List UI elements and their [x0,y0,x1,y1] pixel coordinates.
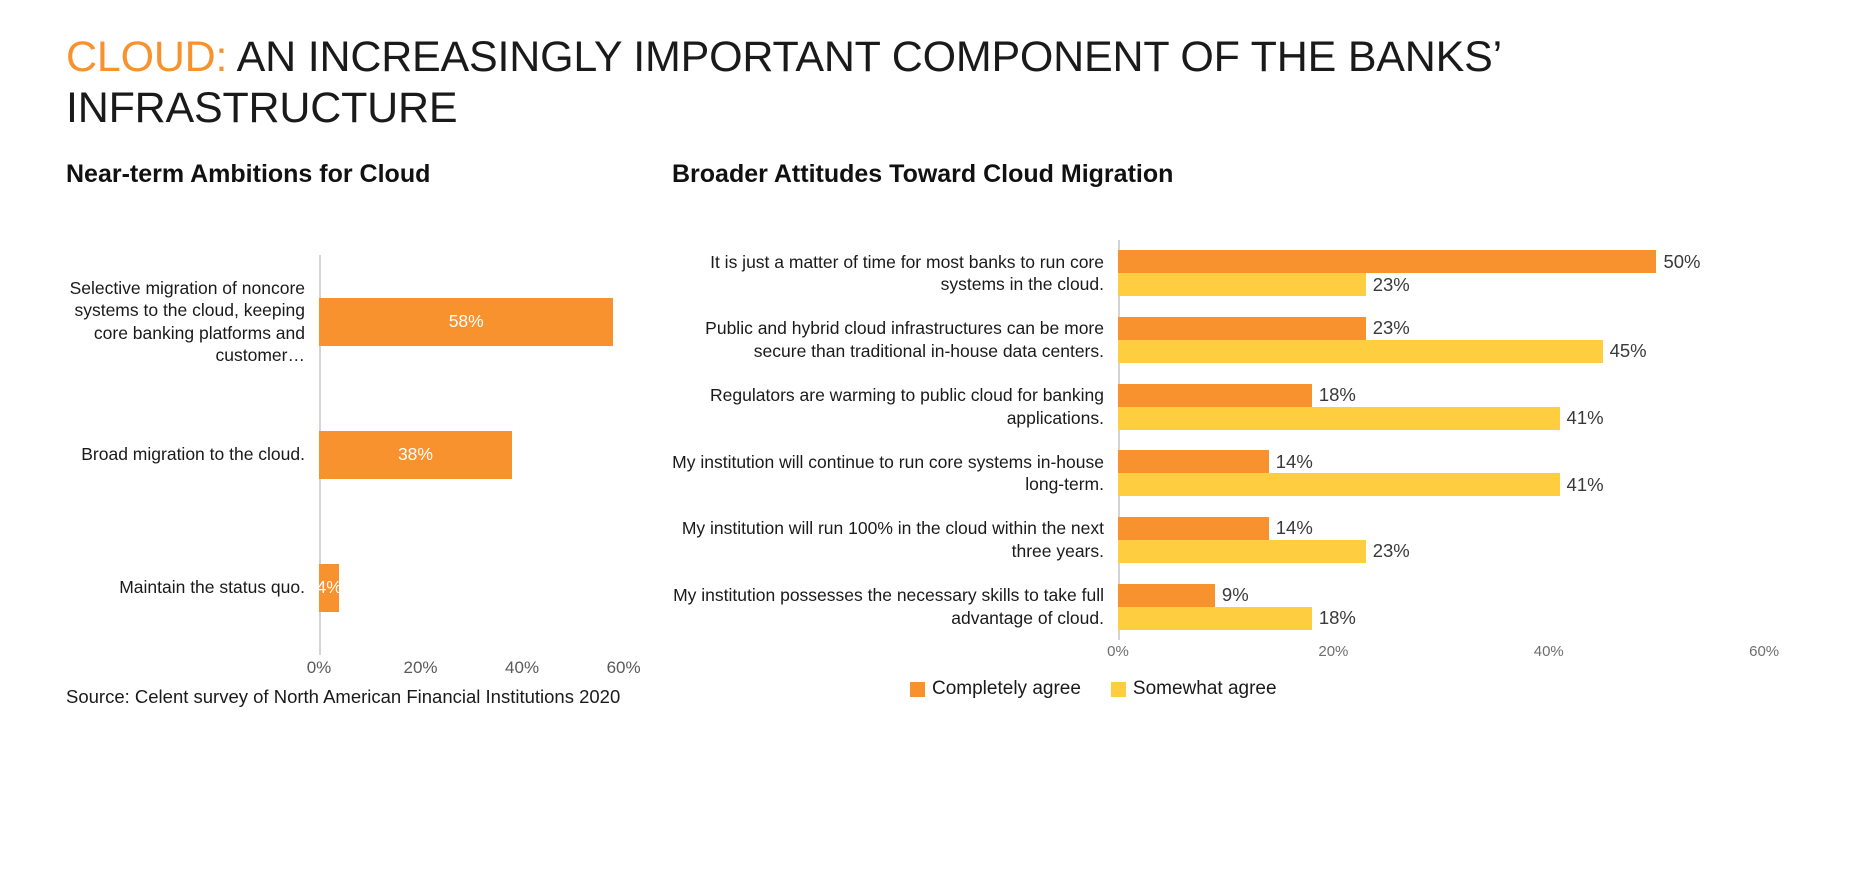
bar-segment[interactable]: 23% [1118,316,1410,340]
bar-plot-area: 38% [319,388,649,521]
broader-attitudes-chart: It is just a matter of time for most ban… [666,240,1826,660]
bar-category-label: Selective migration of noncore systems t… [69,278,305,365]
bar-value-label: 23% [1372,540,1410,562]
bar-value-label: 9% [1221,584,1249,606]
chart-row: My institution will continue to run core… [666,440,1826,507]
bar-value-label: 14% [1275,517,1313,539]
bar-value-label: 45% [1609,340,1647,362]
axis-tick-label: 20% [1318,643,1349,660]
left-chart-x-axis: 0% 20% 40% 60% [307,658,649,688]
bar-segment[interactable]: 50% [1118,250,1700,274]
bar-segment[interactable]: 18% [1118,383,1356,407]
bar-value-label: 23% [1372,317,1410,339]
axis-tick-label: 0% [306,658,332,677]
chart-row: Maintain the status quo. 4% [66,521,656,654]
bar-category-label: My institution will continue to run core… [672,451,1104,495]
chart-row: Broad migration to the cloud. 38% [66,388,656,521]
bar-category-label: Regulators are warming to public cloud f… [710,384,1104,428]
bar-value-label: 14% [1275,450,1313,472]
bar-segment[interactable]: 9% [1118,583,1249,607]
bar-value-label: 58% [448,311,484,331]
bar-plot-area: 23% 45% [1118,307,1818,374]
bar-plot-area: 14% 23% [1118,507,1818,574]
bar-value-label: 18% [1318,607,1356,629]
axis-tick-label: 40% [1533,643,1564,660]
right-chart-x-axis: 0% 20% 40% 60% [1107,643,1818,673]
bar-segment[interactable]: 14% [1118,516,1313,540]
page-title-highlight: CLOUD: [66,33,228,81]
bar-category-label: Maintain the status quo. [119,577,305,598]
bar-segment[interactable]: 14% [1118,450,1313,474]
page-title: CLOUD: AN INCREASINGLY IMPORTANT COMPONE… [66,32,1766,133]
bar-value-label: 50% [1663,250,1701,272]
bar-plot-area: 50% 23% [1118,240,1818,307]
near-term-ambitions-chart: Selective migration of noncore systems t… [66,255,656,677]
chart-row: My institution will run 100% in the clou… [666,507,1826,574]
left-chart-title: Near-term Ambitions for Cloud [66,160,431,188]
legend-label: Somewhat agree [1132,678,1277,699]
axis-tick-label: 40% [505,658,540,677]
bar-value-label: 4% [319,577,339,597]
bar-segment[interactable]: 23% [1118,273,1410,297]
bar-plot-area: 18% 41% [1118,373,1818,440]
right-chart-title: Broader Attitudes Toward Cloud Migration [672,160,1174,188]
slide-root: CLOUD: AN INCREASINGLY IMPORTANT COMPONE… [0,0,1863,891]
bar-segment[interactable]: 4% [319,563,340,612]
bar-category-label: Broad migration to the cloud. [81,444,305,465]
bar-category-label: My institution possesses the necessary s… [673,584,1104,628]
axis-tick-label: 0% [1107,643,1129,660]
legend-item-somewhat-agree[interactable]: Somewhat agree [1110,678,1277,700]
bar-value-label: 23% [1372,273,1410,295]
bar-segment[interactable]: 45% [1118,339,1647,363]
legend-label: Completely agree [932,678,1081,699]
bar-plot-area: 4% [319,521,649,654]
bar-value-label: 41% [1566,407,1604,429]
chart-row: Regulators are warming to public cloud f… [666,373,1826,440]
axis-tick-label: 60% [1749,643,1780,660]
bar-segment[interactable]: 23% [1118,539,1410,563]
bar-plot-area: 58% [319,255,649,388]
bar-value-label: 18% [1318,384,1356,406]
bar-plot-area: 9% 18% [1118,573,1818,640]
legend-swatch-icon [1110,681,1126,697]
bar-segment[interactable]: 58% [319,297,614,346]
legend-item-completely-agree[interactable]: Completely agree [910,678,1081,700]
chart-row: My institution possesses the necessary s… [666,573,1826,640]
source-note: Source: Celent survey of North American … [66,686,621,707]
chart-row: Public and hybrid cloud infrastructures … [666,307,1826,374]
chart-legend: Completely agree Somewhat agree [910,678,1277,700]
bar-segment[interactable]: 41% [1118,473,1604,497]
bar-segment[interactable]: 41% [1118,406,1604,430]
bar-plot-area: 14% 41% [1118,440,1818,507]
page-title-rest: AN INCREASINGLY IMPORTANT COMPONENT OF T… [66,33,1501,132]
chart-row: It is just a matter of time for most ban… [666,240,1826,307]
bar-category-label: It is just a matter of time for most ban… [710,251,1104,295]
bar-segment[interactable]: 38% [319,430,512,479]
bar-value-label: 41% [1566,473,1604,495]
chart-row: Selective migration of noncore systems t… [66,255,656,388]
bar-category-label: Public and hybrid cloud infrastructures … [705,318,1104,361]
bar-segment[interactable]: 18% [1118,606,1356,630]
bar-category-label: My institution will run 100% in the clou… [681,518,1104,561]
bar-value-label: 38% [397,444,433,464]
axis-tick-label: 60% [606,658,641,677]
legend-swatch-icon [910,681,925,697]
axis-tick-label: 20% [403,658,438,677]
